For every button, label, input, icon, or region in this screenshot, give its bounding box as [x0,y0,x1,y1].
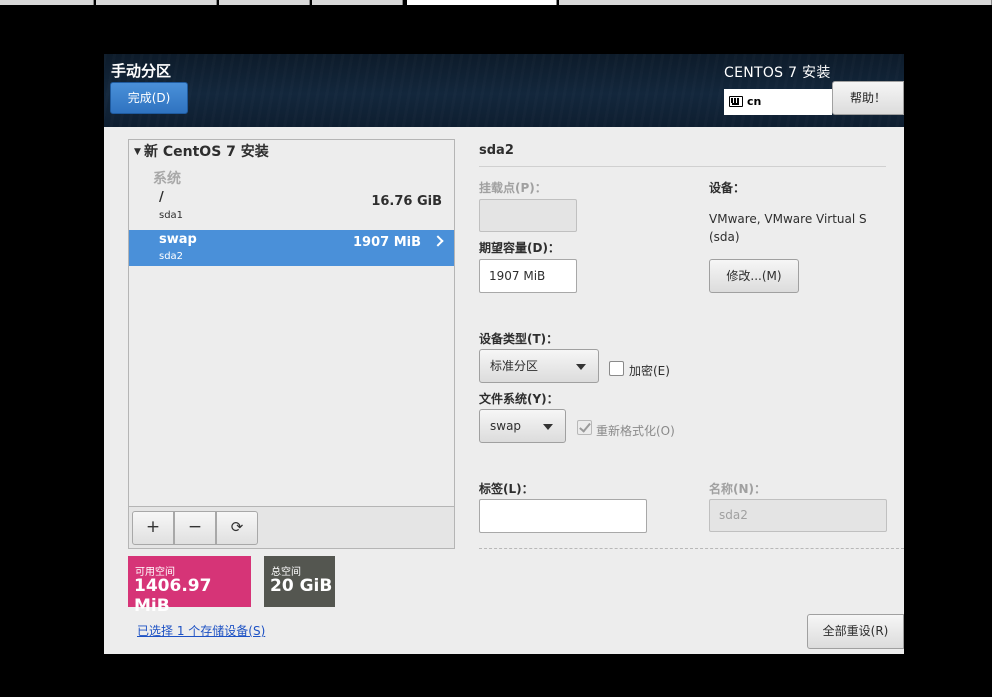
reformat-label: 重新格式化(O) [596,424,675,438]
devices-label: 设备： [709,181,746,195]
dropdown-arrow-icon [543,424,553,430]
mount-point-input[interactable] [479,199,577,232]
mount-point-label: 挂载点(P)： [479,181,547,195]
free-space-box: 可用空间 1406.97 MiB [128,556,251,616]
tag-input[interactable] [479,499,647,533]
modify-button[interactable]: 修改...(M) [709,259,799,293]
filesystem-value: swap [490,419,522,433]
total-space-value: 20 GiB [270,576,333,596]
partition-mount-point: / [159,190,164,205]
devices-value-line1: VMware, VMware Virtual S [709,212,867,226]
partition-size: 1907 MiB [352,235,421,250]
partition-detail-title: sda2 [479,143,514,158]
partition-row-swap[interactable]: swap sda2 1907 MiB [129,230,454,266]
tab-4[interactable] [312,0,403,5]
window-tab-strip [0,0,992,5]
product-title: CENTOS 7 安装 [724,65,831,81]
refresh-icon[interactable]: ⟳ [216,511,258,545]
device-type-label: 设备类型(T)： [479,332,559,346]
tag-label: 标签(L)： [479,482,534,496]
done-button[interactable]: 完成(D) [110,82,188,114]
keyboard-layout-indicator[interactable]: cn [724,89,832,115]
detail-separator [479,166,886,167]
detail-bottom-separator [479,548,904,549]
filesystem-dropdown[interactable]: swap [479,409,566,443]
partition-mount-point: swap [159,232,197,247]
remove-partition-button[interactable]: − [174,511,216,545]
dropdown-arrow-icon [576,364,586,370]
installer-window: 手动分区 完成(D) CENTOS 7 安装 cn 帮助！ ▼ 新 CentOS … [104,54,904,654]
name-input[interactable]: sda2 [709,499,887,532]
encrypt-label[interactable]: 加密(E) [629,362,670,379]
device-type-dropdown[interactable]: 标准分区 [479,349,599,383]
partition-device: sda1 [159,210,184,221]
desired-capacity-label: 期望容量(D)： [479,241,560,255]
free-space-value: 1406.97 MiB [134,576,212,616]
add-partition-button[interactable]: + [132,511,174,545]
partition-device: sda2 [159,251,184,262]
chevron-right-icon [432,235,444,247]
tab-2[interactable] [96,0,217,5]
total-space-box: 总空间 20 GiB [264,556,335,607]
encrypt-checkbox[interactable] [609,361,624,376]
header-bar: 手动分区 完成(D) CENTOS 7 安装 cn 帮助！ [104,54,904,127]
installation-group-title: 新 CentOS 7 安装 [144,144,269,160]
expand-triangle-icon[interactable]: ▼ [131,147,144,157]
tab-3[interactable] [219,0,310,5]
partition-size: 16.76 GiB [371,194,442,209]
reset-all-button[interactable]: 全部重设(R) [807,614,904,649]
system-section-label: 系统 [153,171,181,187]
page-title: 手动分区 [111,62,172,80]
storage-devices-link[interactable]: 已选择 1 个存储设备(S) [137,622,265,639]
partition-list-panel: ▼ 新 CentOS 7 安装 系统 / sda1 16.76 GiB swap … [128,139,455,549]
help-button[interactable]: 帮助！ [832,81,904,115]
filesystem-label: 文件系统(Y)： [479,392,559,406]
keyboard-layout-label: cn [747,95,762,108]
tab-active[interactable] [407,0,557,5]
partition-toolbar: + − ⟳ [129,506,454,548]
name-label: 名称(N)： [709,482,767,496]
device-type-value: 标准分区 [490,359,539,373]
tab-1[interactable] [0,0,94,5]
partition-row-root[interactable]: / sda1 16.76 GiB [129,190,454,226]
tab-strip-filler [559,0,992,5]
desired-capacity-input[interactable]: 1907 MiB [479,259,577,293]
reformat-checkbox[interactable] [577,420,592,435]
keyboard-icon [729,96,743,107]
devices-value-line2: (sda) [709,230,740,244]
installation-group-header[interactable]: ▼ 新 CentOS 7 安装 [131,141,269,161]
